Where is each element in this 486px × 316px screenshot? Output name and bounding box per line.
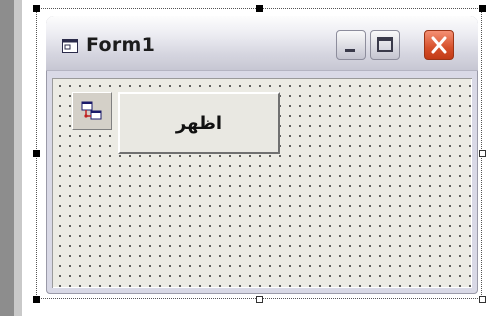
ide-left-border (0, 0, 14, 316)
minimize-button[interactable] (336, 30, 366, 60)
close-icon (431, 36, 447, 54)
resize-handle-top-right[interactable] (479, 5, 486, 12)
resize-handle-top-left[interactable] (33, 5, 40, 12)
designer-stage: Form1 اظهر (0, 0, 486, 316)
form-titlebar[interactable]: Form1 (46, 16, 478, 71)
resize-handle-middle-left[interactable] (33, 150, 40, 157)
maximize-icon (377, 37, 393, 52)
close-button[interactable] (424, 30, 454, 60)
resize-handle-bottom-right[interactable] (479, 296, 486, 303)
form-title: Form1 (86, 34, 156, 56)
resize-handle-middle-right[interactable] (479, 150, 486, 157)
resize-handle-top-center[interactable] (256, 5, 263, 12)
minimize-icon (345, 49, 355, 52)
maximize-button[interactable] (370, 30, 400, 60)
ide-left-border-inner (14, 0, 22, 316)
form-window[interactable]: Form1 اظهر (46, 16, 478, 294)
show-button[interactable]: اظهر (118, 92, 280, 154)
component-icon (81, 101, 102, 120)
component-tray-item[interactable] (72, 92, 112, 130)
resize-handle-bottom-left[interactable] (33, 296, 40, 303)
resize-handle-bottom-center[interactable] (256, 296, 263, 303)
form-icon (62, 38, 78, 53)
form-client-area[interactable]: اظهر (52, 78, 472, 288)
